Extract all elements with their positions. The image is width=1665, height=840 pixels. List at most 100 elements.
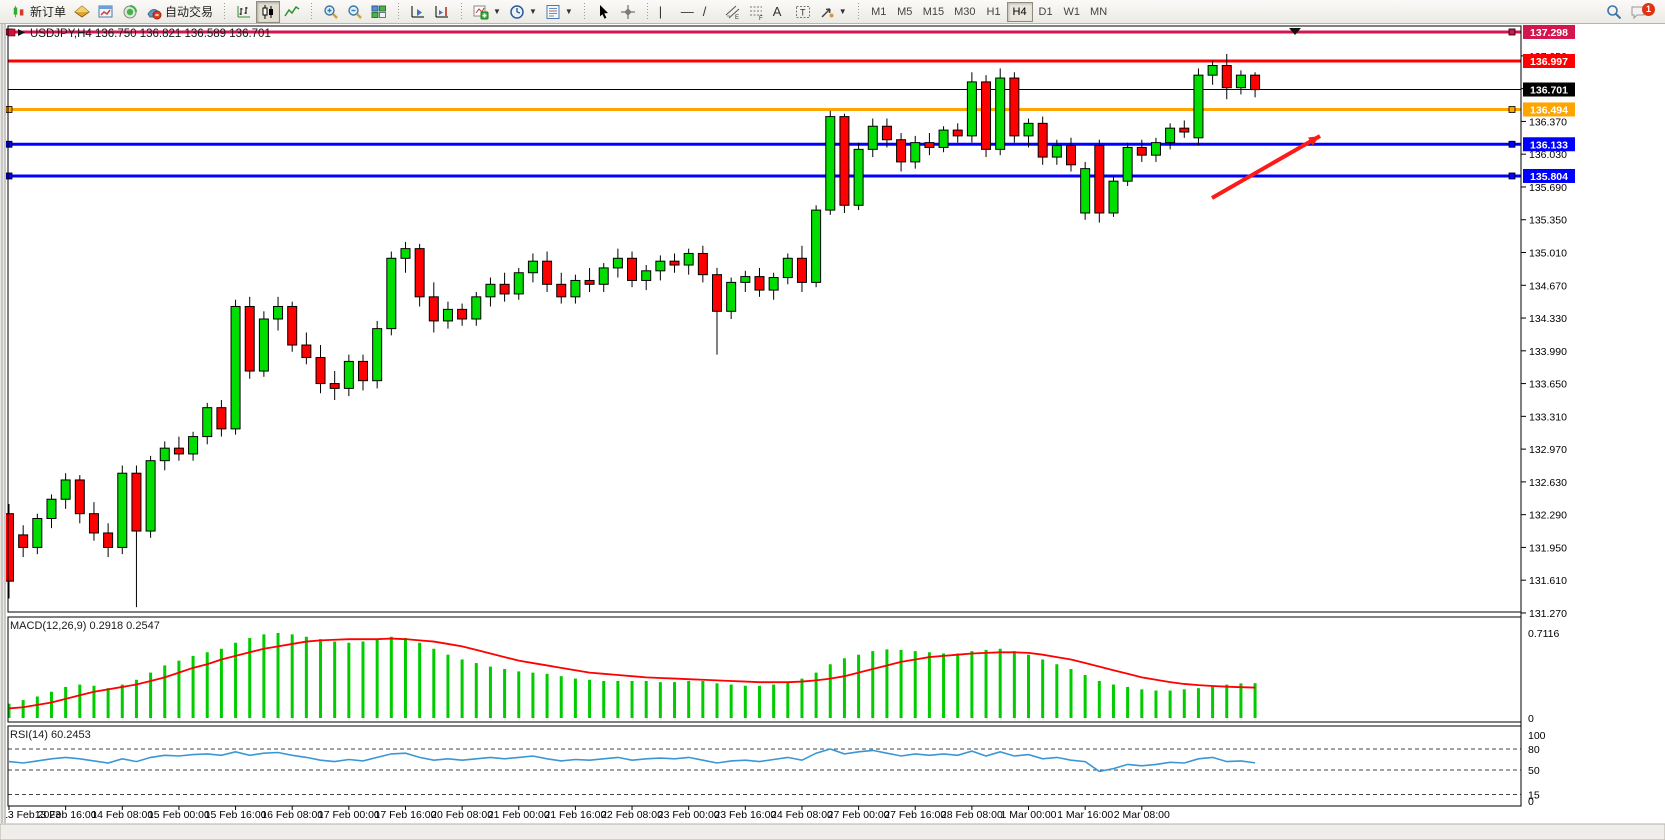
periods-clock-icon: [509, 4, 525, 20]
autotrading-icon: [146, 4, 162, 20]
time-tick-label: 17 Feb 00:00: [318, 809, 380, 821]
toolbar-separator: [645, 3, 650, 21]
crosshair-button[interactable]: [616, 1, 640, 23]
new-order-button[interactable]: 新订单: [7, 1, 70, 23]
timeframe-W1[interactable]: W1: [1059, 2, 1086, 22]
candle-bullish: [203, 408, 212, 437]
horizontal-line-icon: —: [681, 4, 694, 19]
time-tick-label: 24 Feb 08:00: [771, 809, 833, 821]
macd-scale-max: 0.7116: [1528, 628, 1559, 640]
candle-bearish: [713, 275, 722, 312]
timeframe-H4[interactable]: H4: [1007, 2, 1033, 22]
text-button[interactable]: A: [769, 1, 791, 23]
time-tick-label: 21 Feb 00:00: [488, 809, 550, 821]
line-chart-button[interactable]: [280, 1, 304, 23]
candle-bullish: [741, 277, 750, 283]
candle-bullish: [1109, 181, 1118, 213]
timeframe-M5[interactable]: M5: [892, 2, 918, 22]
candle-bearish: [132, 473, 141, 531]
equidistant-channel-button[interactable]: E: [721, 1, 745, 23]
periods-button[interactable]: ▼: [505, 1, 541, 23]
bar-chart-button[interactable]: [232, 1, 256, 23]
data-window-button[interactable]: [118, 1, 142, 23]
time-tick-label: 28 Feb 08:00: [941, 809, 1003, 821]
autotrading-button[interactable]: 自动交易: [142, 1, 217, 23]
candle-bullish: [1123, 147, 1132, 181]
bar-chart-icon: [236, 4, 252, 20]
timeframe-M15[interactable]: M15: [918, 2, 949, 22]
vertical-line-button[interactable]: |: [655, 1, 677, 23]
tile-windows-button[interactable]: [367, 1, 391, 23]
trendline-button[interactable]: /: [699, 1, 721, 23]
chevron-down-icon: ▼: [839, 7, 847, 16]
horizontal-line-button[interactable]: —: [677, 1, 699, 23]
arrows-icon: [819, 4, 835, 20]
candle-bullish: [528, 261, 537, 273]
timeframe-H1[interactable]: H1: [981, 2, 1007, 22]
line-handle[interactable]: [6, 106, 12, 112]
toolbar-separator: [582, 3, 587, 21]
chart-window-button[interactable]: [94, 1, 118, 23]
market-watch-button[interactable]: [70, 1, 94, 23]
arrows-button[interactable]: ▼: [815, 1, 851, 23]
line-handle[interactable]: [1509, 173, 1515, 179]
chart-canvas[interactable]: USDJPY,H4 136.750 136.821 136.589 136.70…: [0, 24, 1665, 840]
chart-window[interactable]: USDJPY,H4 136.750 136.821 136.589 136.70…: [0, 24, 1665, 840]
candle-bearish: [104, 533, 113, 547]
candle-bullish: [1081, 169, 1090, 213]
candle-bearish: [174, 448, 183, 454]
line-chart-icon: [284, 4, 300, 20]
candle-bearish: [75, 480, 84, 514]
indicators-icon: [473, 4, 489, 20]
auto-scroll-button[interactable]: [406, 1, 430, 23]
candle-bullish: [514, 273, 523, 294]
fibonacci-button[interactable]: F: [745, 1, 769, 23]
time-tick-label: 2 Mar 08:00: [1114, 809, 1170, 821]
line-handle[interactable]: [1509, 29, 1515, 35]
time-tick-label: 15 Feb 16:00: [205, 809, 267, 821]
candle-bullish: [1194, 75, 1203, 138]
candle-bearish: [89, 514, 98, 533]
toolbar-separator: [459, 3, 464, 21]
candle-bearish: [359, 361, 368, 380]
price-tick-label: 132.290: [1529, 510, 1567, 522]
timeframe-D1[interactable]: D1: [1033, 2, 1059, 22]
chart-shift-button[interactable]: [430, 1, 454, 23]
price-badge-label: 136.494: [1530, 104, 1568, 116]
chat-button[interactable]: 1: [1626, 1, 1650, 23]
zoom-out-icon: [347, 4, 363, 20]
candle-bearish: [1251, 75, 1260, 89]
line-handle[interactable]: [8, 29, 15, 36]
auto-scroll-icon: [410, 4, 426, 20]
candle-bearish: [302, 345, 311, 358]
zoom-in-button[interactable]: [319, 1, 343, 23]
timeframe-MN[interactable]: MN: [1085, 2, 1112, 22]
equidistant-channel-icon: E: [725, 4, 741, 20]
text-icon: A: [773, 4, 782, 19]
candle-bearish: [882, 126, 891, 139]
candlestick-button[interactable]: [256, 1, 280, 23]
indicators-button[interactable]: ▼: [469, 1, 505, 23]
new-order-icon: [11, 4, 27, 20]
cursor-button[interactable]: [592, 1, 616, 23]
text-label-button[interactable]: T: [791, 1, 815, 23]
timeframe-toolbar: M1M5M15M30H1H4D1W1MN: [863, 0, 1115, 24]
candle-bullish: [1166, 128, 1175, 142]
candle-bullish: [727, 282, 736, 311]
candle-bullish: [61, 480, 70, 499]
text-label-icon: T: [795, 4, 811, 20]
line-handle[interactable]: [6, 173, 12, 179]
line-handle[interactable]: [1509, 141, 1515, 147]
templates-button[interactable]: ▼: [541, 1, 577, 23]
rsi-label: RSI(14) 60.2453: [10, 729, 91, 741]
macd-scale-min: 0: [1528, 713, 1534, 725]
timeframe-M30[interactable]: M30: [949, 2, 980, 22]
price-tick-label: 133.990: [1529, 346, 1567, 358]
timeframe-M1[interactable]: M1: [866, 2, 892, 22]
zoom-out-button[interactable]: [343, 1, 367, 23]
chevron-down-icon: ▼: [565, 7, 573, 16]
line-handle[interactable]: [6, 141, 12, 147]
time-tick-label: 1 Mar 00:00: [1000, 809, 1056, 821]
search-button[interactable]: [1602, 1, 1626, 23]
line-handle[interactable]: [1509, 106, 1515, 112]
